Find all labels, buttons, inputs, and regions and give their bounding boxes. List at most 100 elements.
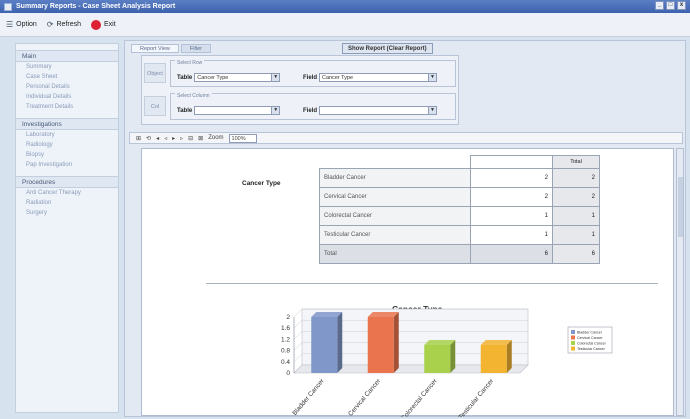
bar [424, 345, 451, 373]
main-panel: Report View Filter Show Report (Clear Re… [124, 40, 686, 419]
x-tick-label: Colorectal Cancer [400, 377, 439, 417]
header-value-cell [470, 155, 553, 169]
refresh-icon[interactable]: ⟲ [146, 135, 151, 142]
menu-option[interactable]: ☰ Option [6, 20, 37, 29]
field-label: Field [303, 74, 318, 81]
tab-filter[interactable]: Filter [180, 44, 212, 53]
zoom-label: Zoom [208, 135, 224, 141]
menu-exit[interactable]: Exit [91, 19, 116, 30]
sidebar-item-laboratory[interactable]: Laboratory [16, 130, 118, 140]
row-name: Cervical Cancer [319, 187, 471, 207]
sidebar-item-personal-details[interactable]: Personal Details [16, 82, 118, 92]
crosstab-table: Total Bladder Cancer 2 2 Cervical Cancer… [319, 155, 600, 264]
y-tick-label: 1.6 [281, 325, 290, 332]
field-field: Field Cancer Type ▼ [303, 73, 438, 82]
chart-gridline-diag [293, 342, 303, 351]
row-name: Colorectal Cancer [319, 206, 471, 226]
zoom-select[interactable]: 100% [228, 133, 257, 143]
row-total: 1 [552, 206, 600, 226]
bar [311, 317, 338, 373]
row-value: 6 [470, 244, 553, 264]
last-page-icon[interactable]: ▹ [180, 135, 183, 142]
row-value: 2 [470, 168, 553, 188]
sidebar-item-pap-investigation[interactable]: Pap Investigation [16, 160, 118, 170]
first-page-icon[interactable]: ◂ [156, 135, 159, 142]
table-row: Cervical Cancer 2 2 [319, 187, 600, 207]
field-select[interactable]: Cancer Type ▼ [319, 73, 438, 82]
menu-refresh-label: Refresh [56, 21, 82, 28]
legend-swatch [571, 335, 575, 340]
section-divider [206, 283, 658, 284]
table-field: Table Cancer Type ▼ [177, 73, 281, 82]
prev-page-icon[interactable]: ◃ [164, 135, 167, 142]
config-row-label: Col [144, 96, 166, 116]
row-value: 2 [470, 187, 553, 207]
sidebar-item-treatment-details[interactable]: Treatment Details [16, 102, 118, 112]
report-toolbar: ⊞ ⟲ ◂ ◃ ▸ ▹ ⊟ ⊠ Zoom 100% [129, 132, 683, 144]
sidebar-group-title[interactable]: Investigations [16, 118, 118, 130]
sidebar-item-individual-details[interactable]: Individual Details [16, 92, 118, 102]
menu-option-label: Option [16, 21, 37, 28]
sidebar-group-title[interactable]: Main [16, 50, 118, 62]
bar-chart: 21.61.20.80.40Bladder Cancer Cervical Can… [281, 308, 613, 419]
table-select[interactable]: ▼ [194, 106, 281, 115]
config-row-select-column: Col Select Column Table ▼ Field ▼ [142, 92, 460, 122]
y-tick-label: 0.4 [281, 359, 290, 366]
row-total: 6 [552, 244, 600, 264]
sidebar-group-title[interactable]: Procedures [16, 176, 118, 188]
sidebar-item-case-sheet[interactable]: Case Sheet [16, 72, 118, 82]
y-tick-label: 2 [286, 314, 290, 321]
sidebar-item-radiology[interactable]: Radiology [16, 140, 118, 150]
vertical-scrollbar[interactable] [676, 148, 684, 416]
config-row-box: Select Column Table ▼ Field ▼ [170, 93, 456, 120]
bar-side [337, 312, 343, 373]
bar [480, 345, 507, 373]
print-icon[interactable]: ⊟ [188, 135, 193, 142]
menu-refresh[interactable]: ⟳ Refresh [47, 20, 81, 29]
header-blank-cell [320, 156, 471, 169]
legend-swatch [571, 346, 575, 351]
report-config-panel: Object Select Row Table Cancer Type ▼ Fi… [141, 55, 459, 125]
row-name: Total [319, 244, 471, 264]
report-canvas: Cancer Type Total Bladder Cancer 2 2 Cer… [141, 148, 674, 419]
grid-icon[interactable]: ⊞ [136, 135, 141, 142]
legend-label: Colorectal Cancer [577, 342, 607, 346]
row-name: Testicular Cancer [319, 225, 471, 245]
bar-top [311, 312, 343, 317]
chart-gridline-diag [293, 320, 303, 329]
sidebar-group-procedures: Procedures Anti Cancer Therapy Radiation… [16, 176, 118, 218]
table-select[interactable]: Cancer Type ▼ [194, 73, 281, 82]
config-row-legend: Select Column [175, 93, 212, 99]
chevron-down-icon: ▼ [271, 74, 280, 81]
sidebar-item-summary[interactable]: Summary [16, 62, 118, 72]
show-report-button[interactable]: Show Report (Clear Report) [342, 43, 433, 54]
row-total: 2 [552, 187, 600, 207]
bar-side [506, 340, 512, 373]
table-row: Testicular Cancer 1 1 [319, 225, 600, 245]
field-label: Field [303, 107, 318, 114]
minimize-button[interactable]: _ [655, 1, 664, 10]
next-page-icon[interactable]: ▸ [172, 135, 175, 142]
menubar: ☰ Option ⟳ Refresh Exit [0, 13, 690, 37]
scrollbar-thumb[interactable] [678, 177, 683, 237]
y-tick-label: 1.2 [281, 336, 290, 343]
stop-icon [91, 19, 102, 30]
bar-top [367, 312, 399, 317]
field-select[interactable]: ▼ [319, 106, 438, 115]
table-label: Table [177, 107, 193, 114]
sidebar-item-radiation[interactable]: Radiation [16, 198, 118, 208]
sidebar-item-surgery[interactable]: Surgery [16, 208, 118, 218]
maximize-button[interactable]: □ [666, 1, 675, 10]
legend-swatch [571, 330, 575, 334]
table-row: Bladder Cancer 2 2 [319, 168, 600, 188]
sidebar-item-biopsy[interactable]: Biopsy [16, 150, 118, 160]
close-button[interactable]: x [677, 1, 686, 10]
legend-label: Cervical Cancer [577, 336, 603, 340]
sidebar-item-anti-cancer-therapy[interactable]: Anti Cancer Therapy [16, 188, 118, 198]
tab-report-view[interactable]: Report View [131, 44, 179, 53]
legend-swatch [571, 341, 575, 345]
app-icon [4, 2, 12, 11]
legend-label: Bladder Cancer [577, 331, 603, 335]
export-icon[interactable]: ⊠ [198, 135, 203, 142]
refresh-icon: ⟳ [46, 20, 54, 29]
